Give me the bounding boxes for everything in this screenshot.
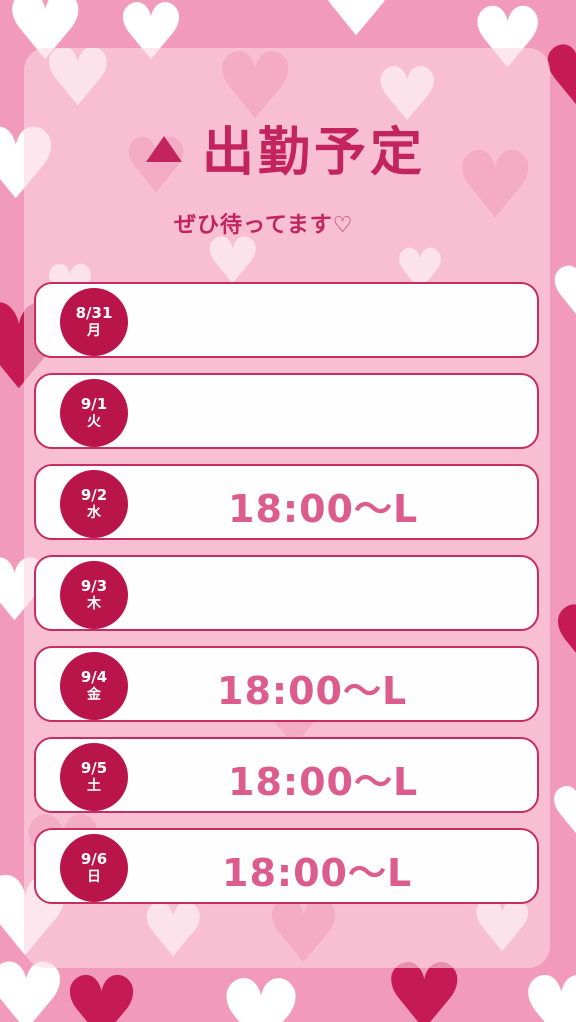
weekday-text: 月	[87, 322, 101, 339]
weekday-text: 火	[87, 413, 101, 430]
schedule-row: 9/5 土 18:00～L	[34, 737, 539, 813]
schedule-row: 8/31 月	[34, 282, 539, 358]
page-title: 出勤予定	[146, 112, 427, 183]
heart-icon: ♥	[454, 132, 537, 239]
date-text: 9/2	[80, 486, 108, 505]
date-text: 9/5	[80, 759, 108, 778]
date-badge: 9/5 土	[60, 743, 128, 811]
weekday-text: 土	[87, 777, 101, 794]
date-text: 9/1	[80, 395, 108, 414]
schedule-row: 9/3 木	[34, 555, 539, 631]
weekday-text: 木	[87, 595, 101, 612]
date-text: 9/6	[80, 850, 108, 869]
date-badge: 8/31 月	[60, 288, 128, 356]
date-text: 9/3	[80, 577, 108, 596]
date-badge: 9/2 水	[60, 470, 128, 538]
heart-icon: ♥	[315, 0, 398, 57]
date-badge: 9/4 金	[60, 652, 128, 720]
heart-icon: ♥	[548, 257, 576, 333]
schedule-row: 9/4 金 18:00～L	[34, 646, 539, 722]
title-text: 出勤予定	[202, 122, 427, 183]
heart-icon: ♥	[42, 48, 114, 124]
date-text: 9/4	[80, 668, 108, 687]
schedule-row: 9/1 火	[34, 373, 539, 449]
heart-icon: ♥	[140, 888, 207, 968]
triangle-icon	[146, 136, 182, 162]
date-badge: 9/6 日	[60, 834, 128, 902]
shift-time: 18:00～L	[222, 851, 413, 895]
weekday-text: 水	[87, 504, 101, 521]
heart-icon: ♥	[550, 595, 576, 685]
shift-time: 18:00～L	[228, 760, 419, 804]
schedule-row: 9/2 水 18:00～L	[34, 464, 539, 540]
heart-icon: ♥	[548, 778, 576, 848]
heart-icon: ♥	[218, 959, 305, 1022]
weekday-text: 金	[87, 686, 101, 703]
page-subtitle: ぜひ待ってます♡	[174, 213, 354, 238]
heart-icon: ♥	[62, 957, 141, 1022]
schedule-row: 9/6 日 18:00～L	[34, 828, 539, 904]
shift-time: 18:00～L	[217, 669, 408, 713]
weekday-text: 日	[87, 868, 101, 885]
date-badge: 9/1 火	[60, 379, 128, 447]
date-text: 8/31	[75, 304, 113, 323]
shift-time: 18:00～L	[228, 487, 419, 531]
date-badge: 9/3 木	[60, 561, 128, 629]
heart-icon: ♥	[520, 957, 576, 1022]
